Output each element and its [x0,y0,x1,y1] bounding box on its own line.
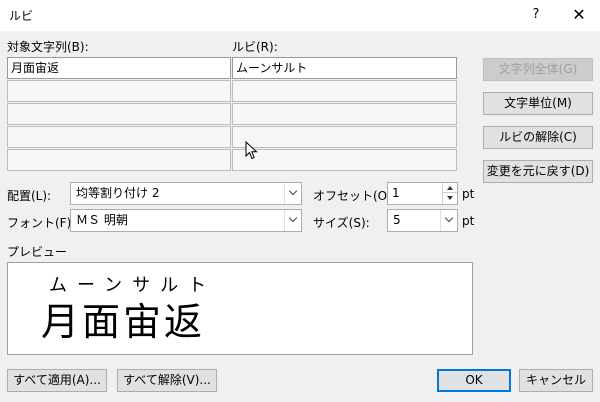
alignment-value: 均等割り付け 2 [76,186,160,200]
ok-button[interactable]: OK [437,369,511,392]
grid-base-cell-4[interactable] [7,126,231,148]
close-button[interactable]: ✕ [566,4,592,26]
remove-ruby-button[interactable]: ルビの解除(C) [483,126,593,149]
grid-base-cell-3[interactable] [7,103,231,125]
per-character-button[interactable]: 文字単位(M) [483,92,593,115]
cancel-button[interactable]: キャンセル [519,369,593,392]
mouse-pointer-icon [245,141,258,160]
grid-ruby-cell-3[interactable] [232,103,457,125]
ruby-label: ルビ(R): [232,40,278,54]
alignment-select[interactable]: 均等割り付け 2 [70,182,302,205]
grid-ruby-cell-1[interactable]: ムーンサルト [232,57,457,79]
offset-value: 1 [392,186,400,200]
grid-ruby-cell-4[interactable] [232,126,457,148]
grid-base-cell-2[interactable] [7,80,231,102]
remove-all-button[interactable]: すべて解除(V)... [117,369,217,392]
grid-base-cell-1[interactable]: 月面宙返 [7,57,231,79]
help-button[interactable]: ? [524,4,548,26]
whole-string-button[interactable]: 文字列全体(G) [483,58,593,81]
alignment-label: 配置(L): [7,189,52,203]
size-value: 5 [393,213,401,227]
preview-base-text: 月面宙返 [41,300,206,344]
size-label: サイズ(S): [313,216,370,230]
offset-spinner[interactable]: 1 [387,182,458,205]
spin-down-icon[interactable] [443,193,457,203]
font-label: フォント(F): [7,216,76,230]
size-select[interactable]: 5 [387,209,458,232]
chevron-down-icon[interactable] [284,210,301,231]
chevron-down-icon[interactable] [440,210,457,231]
reset-changes-button[interactable]: 変更を元に戻す(D) [483,160,593,183]
target-string-label: 対象文字列(B): [7,40,89,54]
dialog-title: ルビ [9,9,34,23]
spin-up-icon[interactable] [443,183,457,193]
title-bar [0,0,600,31]
chevron-down-icon[interactable] [284,183,301,204]
preview-label: プレビュー [7,245,68,259]
grid-ruby-cell-2[interactable] [232,80,457,102]
offset-unit: pt [462,187,475,201]
grid-ruby-cell-5[interactable] [232,149,457,171]
offset-label: オフセット(O): [313,189,396,203]
preview-box: ムーンサルト 月面宙返 [7,262,473,355]
size-unit: pt [462,214,475,228]
font-select[interactable]: ＭＳ 明朝 [70,209,302,232]
apply-all-button[interactable]: すべて適用(A)... [7,369,107,392]
font-value: ＭＳ 明朝 [76,213,128,227]
grid-base-cell-5[interactable] [7,149,231,171]
